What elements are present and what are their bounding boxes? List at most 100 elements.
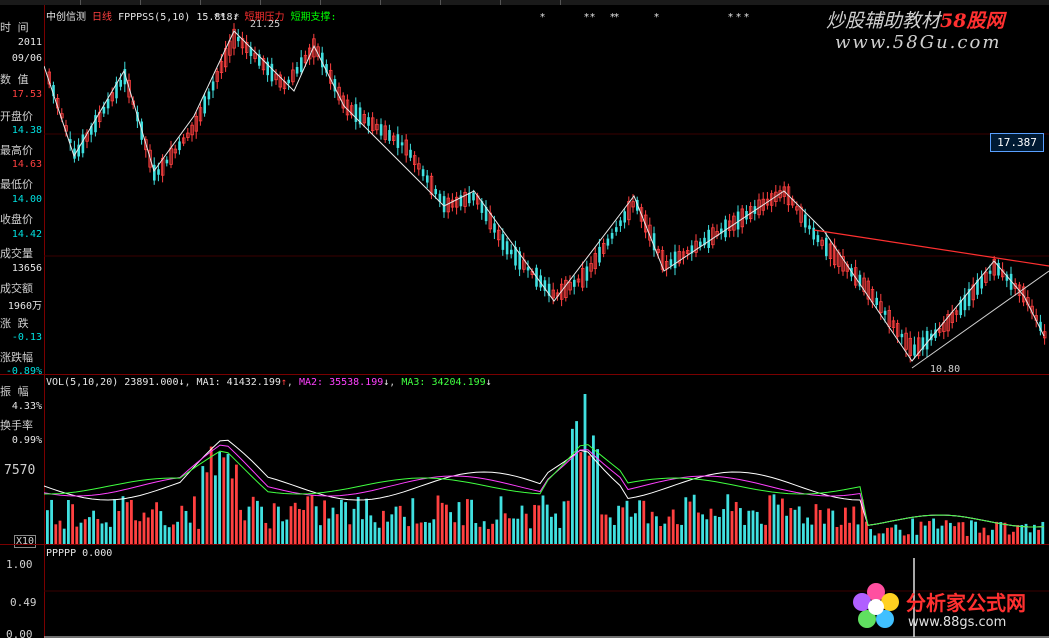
volume-bar [965,535,969,544]
volume-bar [445,504,448,544]
volume-bar [201,466,205,544]
volume-bar [730,511,734,544]
value-amplitude: 4.33% [11,401,42,412]
volume-bar [709,508,713,544]
candle-down [203,96,206,114]
volume-bar [865,521,868,544]
volume-bar [503,513,507,544]
low-price-label: 10.80 [930,364,961,375]
volume-bar [587,455,591,544]
volume-bar [310,494,314,544]
candle-down [610,232,614,239]
zigzag-line [43,30,1045,362]
volume-bar [726,494,730,544]
toolbar-tab[interactable] [200,0,261,5]
value-year: 2011 [17,37,42,48]
signal-marker: * [220,12,225,23]
volume-bar [1020,524,1024,544]
volume-bar [209,446,213,544]
volume-bar [617,505,620,544]
candle-down [510,249,513,255]
label-turnover: 换手率 [0,419,33,432]
toolbar-tab[interactable] [380,0,441,5]
volume-bar [646,523,650,544]
volume-bar [881,533,885,544]
volume-bar [932,518,935,544]
volume-bar [46,510,49,544]
volume-bar [760,523,763,544]
volume-bar [214,475,217,544]
volume-bar [117,511,121,544]
price-chart-svg: * * * * * * * * * * * * [43,12,1049,369]
label-low: 最低价 [0,178,33,191]
volume-bar [289,506,293,544]
vol-unit-label: X10 [14,535,37,548]
volume-bar [130,499,133,544]
candle-down [615,227,618,232]
volume-bar [348,524,352,544]
volume-bar [839,524,843,544]
volume-bar [545,504,549,544]
volume-bar [571,428,574,544]
candle-down [81,134,85,154]
toolbar-tab[interactable] [260,0,321,5]
volume-bar [138,521,142,544]
volume-bar [940,525,944,544]
toolbar-tab[interactable] [80,0,141,5]
volume-bar [713,515,717,544]
volume-bar [818,510,822,544]
toolbar-tab[interactable] [500,0,561,5]
volume-bar [608,517,612,544]
volume-bar [634,513,637,544]
volume-chart[interactable] [43,376,1049,544]
volume-bar [902,535,906,544]
candle-down [808,225,811,230]
volume-bar [621,507,625,544]
candle-down [493,223,496,233]
volume-bar [848,522,851,544]
volume-bar [1033,524,1036,544]
signal-marker: * [654,12,659,23]
volume-bar [629,516,633,544]
volume-bar [390,514,394,544]
candle-down [598,246,601,263]
toolbar-tab[interactable] [320,0,381,5]
candle-down [468,192,471,204]
candle-down [165,159,169,164]
volume-bar [667,516,671,544]
toolbar-tab[interactable] [140,0,201,5]
candle-down [925,331,929,350]
volume-bar [722,509,725,544]
volume-bar [449,512,452,544]
volume-bar [88,517,91,544]
volume-bar [407,526,410,544]
price-chart[interactable]: * * * * * * * * * * * * [43,6,1049,374]
volume-bar [1007,534,1011,544]
ind-axis-tick: 0.49 [10,596,37,609]
volume-bar [995,521,998,544]
volume-bar [953,526,956,544]
candle-down [207,91,211,100]
volume-bar [1003,522,1007,544]
signal-marker: * [214,12,219,23]
volume-bar [436,495,440,544]
volume-bar [205,472,209,544]
candle-down [237,36,240,42]
volume-bar [705,519,709,544]
volume-bar [961,522,965,544]
volume-bar [159,511,163,544]
volume-bar [369,515,373,544]
volume-bar [243,520,247,544]
volume-bar [974,521,977,544]
toolbar-tab[interactable] [440,0,501,5]
volume-bar [659,526,662,544]
value-high: 14.63 [11,159,42,170]
volume-bar [121,496,125,544]
volume-bar [655,516,658,544]
volume-bar [554,513,557,544]
volume-bar [319,525,322,544]
volume-bar [814,504,818,544]
volume-bar [247,506,251,544]
volume-bar [424,521,427,544]
volume-bar [508,518,511,544]
